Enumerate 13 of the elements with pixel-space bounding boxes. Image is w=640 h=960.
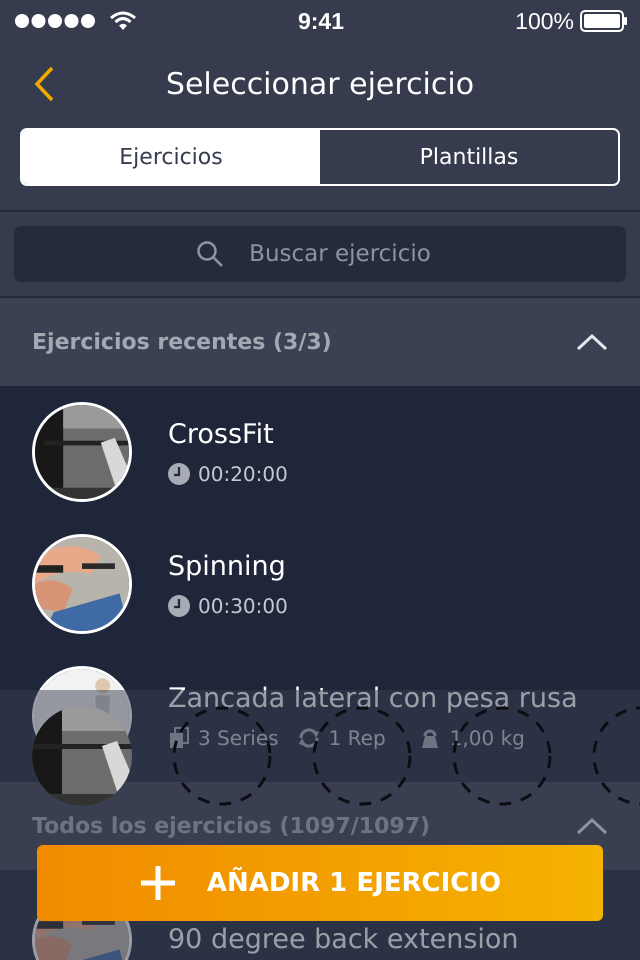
status-time: 9:41	[298, 8, 344, 34]
duration: 00:20:00	[198, 462, 288, 486]
weight: 1,00 kg	[450, 726, 525, 750]
duration: 00:30:00	[198, 594, 288, 618]
exercise-name: Zancada lateral con pesa rusa	[168, 682, 578, 714]
section-title: Ejercicios recentes (3/3)	[32, 330, 332, 354]
series-count: 3 Series	[198, 726, 279, 750]
exercise-name: 90 degree back extension	[168, 924, 519, 955]
rep-count: 1 Rep	[328, 726, 386, 750]
exercise-name: Spinning	[168, 550, 287, 582]
battery-percent: 100%	[515, 8, 574, 34]
exercise-name: CrossFit	[168, 418, 275, 450]
screen-title: Seleccionar ejercicio	[166, 66, 474, 102]
